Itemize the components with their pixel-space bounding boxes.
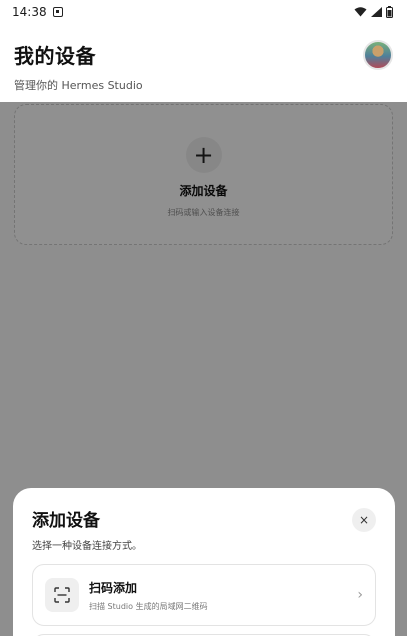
add-device-sheet: 添加设备 选择一种设备连接方式。 × 扫码添加 扫描 Studio 生成的局域网… [13,488,395,636]
status-time: 14:38 [12,5,47,19]
app-header: 我的设备 管理你的 Hermes Studio [0,24,407,102]
scan-add-option-desc: 扫描 Studio 生成的局域网二维码 [89,601,208,611]
status-right [354,6,393,18]
page-subtitle: 管理你的 Hermes Studio [14,79,143,92]
status-bar: 14:38 [0,0,407,24]
scan-add-option[interactable]: 扫码添加 扫描 Studio 生成的局域网二维码 › [32,564,376,626]
chevron-right-icon: › [357,587,363,603]
close-icon: × [358,513,370,527]
page-title: 我的设备 [14,44,96,68]
wifi-icon [354,7,367,17]
close-button[interactable]: × [352,508,376,532]
sheet-subtitle: 选择一种设备连接方式。 [32,541,142,552]
battery-icon [386,6,393,18]
sheet-title: 添加设备 [32,511,100,531]
status-left: 14:38 [12,5,63,19]
signal-icon [371,7,382,17]
scan-add-option-text: 扫码添加 扫描 Studio 生成的局域网二维码 [89,579,357,612]
scan-icon [45,578,79,612]
scan-add-option-title: 扫码添加 [89,580,138,595]
avatar[interactable] [363,40,393,70]
screen: 14:38 我的设备 管理你的 Hermes Studio + 添加设备 扫码或… [0,0,407,636]
notification-icon [52,7,63,17]
